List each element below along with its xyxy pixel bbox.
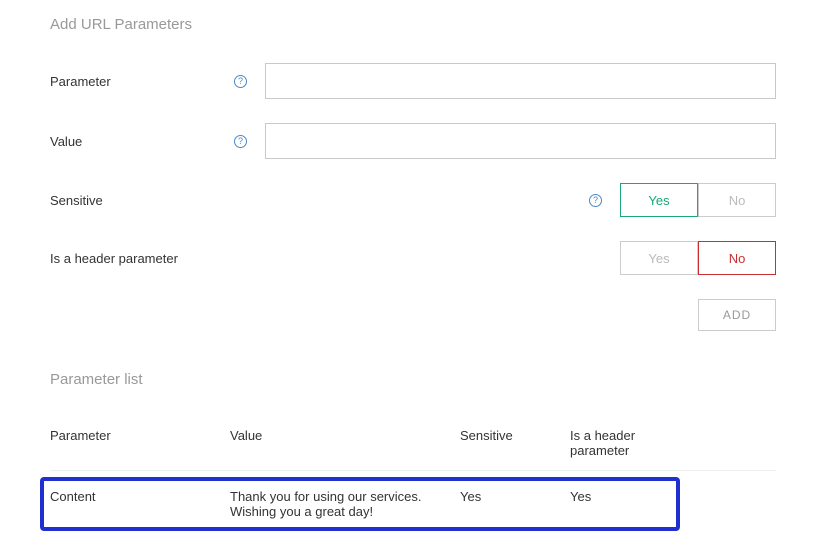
cell-value: Thank you for using our services. Wishin… bbox=[230, 489, 460, 519]
isheader-row: Is a header parameter Yes No bbox=[50, 241, 776, 275]
isheader-no-button[interactable]: No bbox=[698, 241, 776, 275]
cell-parameter: Content bbox=[50, 489, 230, 504]
add-button[interactable]: ADD bbox=[698, 299, 776, 331]
col-header-isheader: Is a header parameter bbox=[570, 428, 660, 458]
value-input[interactable] bbox=[265, 123, 776, 159]
cell-sensitive: Yes bbox=[460, 489, 570, 504]
parameter-label: Parameter bbox=[50, 74, 111, 89]
highlighted-row-box: Content Thank you for using our services… bbox=[40, 477, 680, 531]
isheader-yes-button[interactable]: Yes bbox=[620, 241, 698, 275]
table-row: Content Thank you for using our services… bbox=[50, 489, 670, 519]
sensitive-label: Sensitive bbox=[50, 193, 103, 208]
parameter-row: Parameter ? bbox=[50, 63, 776, 99]
sensitive-no-button[interactable]: No bbox=[698, 183, 776, 217]
sensitive-toggle: Yes No bbox=[620, 183, 776, 217]
col-header-sensitive: Sensitive bbox=[460, 428, 570, 458]
sensitive-yes-button[interactable]: Yes bbox=[620, 183, 698, 217]
cell-isheader: Yes bbox=[570, 489, 660, 504]
sensitive-row: Sensitive ? Yes No bbox=[50, 183, 776, 217]
help-icon[interactable]: ? bbox=[234, 75, 247, 88]
col-header-value: Value bbox=[230, 428, 460, 458]
help-icon[interactable]: ? bbox=[234, 135, 247, 148]
list-title: Parameter list bbox=[50, 371, 776, 388]
col-header-parameter: Parameter bbox=[50, 428, 230, 458]
parameter-input[interactable] bbox=[265, 63, 776, 99]
table-header: Parameter Value Sensitive Is a header pa… bbox=[50, 428, 776, 471]
help-icon[interactable]: ? bbox=[589, 194, 602, 207]
value-label: Value bbox=[50, 134, 82, 149]
isheader-toggle: Yes No bbox=[620, 241, 776, 275]
isheader-label: Is a header parameter bbox=[50, 251, 178, 266]
section-title: Add URL Parameters bbox=[50, 16, 776, 33]
value-row: Value ? bbox=[50, 123, 776, 159]
